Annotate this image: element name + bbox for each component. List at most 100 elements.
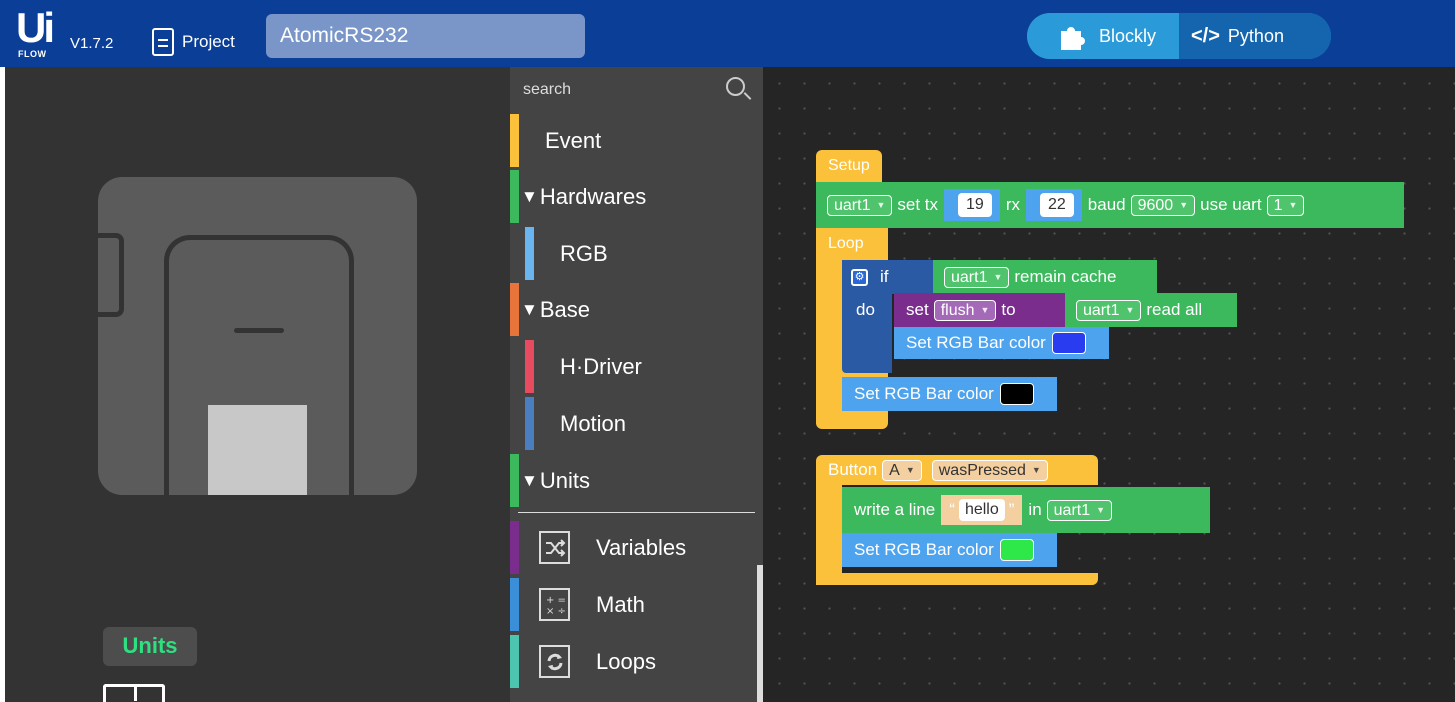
loop-label: Loop xyxy=(828,235,864,252)
remain-cache-block[interactable]: uart1 ▼ remain cache xyxy=(933,260,1157,294)
unit-icon[interactable] xyxy=(103,684,165,702)
write-line-block[interactable]: write a line “ hello ” in uart1 ▼ xyxy=(842,487,1210,533)
string-block[interactable]: “ hello ” xyxy=(941,495,1023,525)
button-dropdown[interactable]: A ▼ xyxy=(882,459,922,481)
uiflow-logo: Ui FLOW xyxy=(16,7,62,62)
expand-arrow-icon: ▼ xyxy=(521,299,538,319)
event-value: wasPressed xyxy=(938,461,1026,479)
color-swatch[interactable] xyxy=(1051,332,1086,354)
set-label: set xyxy=(906,300,929,319)
baud-dropdown[interactable]: 9600 ▼ xyxy=(1130,194,1196,216)
button-event-body[interactable] xyxy=(816,485,842,585)
uart-num-value: 1 xyxy=(1273,196,1283,214)
search-icon[interactable] xyxy=(726,77,745,96)
to-label: to xyxy=(1001,300,1016,319)
category-variables[interactable]: Variables xyxy=(510,520,763,575)
block-toolbox: Event ▼ Hardwares RGB ▼ Base H·Driver Mo… xyxy=(510,67,763,702)
device-preview-panel: Units xyxy=(5,67,510,702)
button-label: Button xyxy=(828,460,878,479)
read-all-label: read all xyxy=(1146,300,1203,319)
uart-var-dropdown[interactable]: uart1 ▼ xyxy=(1076,299,1142,321)
units-tag[interactable]: Units xyxy=(103,627,197,666)
uart-var-value: uart1 xyxy=(1083,301,1120,319)
dropdown-arrow-icon: ▼ xyxy=(905,464,915,475)
read-all-block[interactable]: uart1 ▼ read all xyxy=(1065,293,1237,327)
button-value: A xyxy=(889,461,900,479)
rgb-bar-color-block[interactable]: Set RGB Bar color xyxy=(894,327,1109,359)
blockly-workspace[interactable]: Setup uart1 ▼ set tx 19 rx 22 baud 9600 ▼ … xyxy=(763,67,1455,702)
in-label: in xyxy=(1028,500,1042,519)
variables-icon xyxy=(539,531,570,564)
rgb-bar-label: Set RGB Bar color xyxy=(854,540,994,559)
project-name-input[interactable] xyxy=(266,14,585,58)
if-block[interactable]: ⚙ if xyxy=(842,260,937,294)
uart-var-dropdown[interactable]: uart1 ▼ xyxy=(1046,499,1113,521)
uart-var-dropdown[interactable]: uart1 ▼ xyxy=(827,194,893,216)
uart-num-dropdown[interactable]: 1 ▼ xyxy=(1266,194,1305,216)
category-color-stripe xyxy=(510,114,519,167)
category-color-stripe xyxy=(510,578,519,631)
rgb-bar-label: Set RGB Bar color xyxy=(906,333,1046,352)
button-event-block[interactable]: Button A ▼ wasPressed ▼ xyxy=(816,455,1098,485)
tx-value[interactable]: 19 xyxy=(958,193,992,217)
rgb-bar-label: Set RGB Bar color xyxy=(854,384,994,403)
category-units[interactable]: ▼ Units xyxy=(510,453,763,508)
uart-var-dropdown[interactable]: uart1 ▼ xyxy=(944,266,1010,288)
set-variable-block[interactable]: set flush ▼ to xyxy=(894,293,1065,327)
string-value[interactable]: hello xyxy=(958,499,1005,521)
svg-text:× ÷: × ÷ xyxy=(546,606,566,616)
project-button[interactable]: Project xyxy=(152,24,235,60)
dropdown-arrow-icon: ▼ xyxy=(993,271,1003,282)
device-indicator xyxy=(234,328,284,333)
rgb-bar-color-block[interactable]: Set RGB Bar color xyxy=(842,533,1057,567)
math-icon: + = × ÷ xyxy=(539,588,570,621)
setup-label: Setup xyxy=(828,157,870,174)
color-swatch[interactable] xyxy=(999,383,1034,405)
category-label: Event xyxy=(545,127,602,153)
expand-arrow-icon: ▼ xyxy=(521,186,538,206)
uart-var-value: uart1 xyxy=(834,196,871,214)
category-rgb[interactable]: RGB xyxy=(510,226,763,281)
category-h-driver[interactable]: H·Driver xyxy=(510,339,763,394)
variable-dropdown[interactable]: flush ▼ xyxy=(933,299,997,321)
device-button-a[interactable] xyxy=(208,405,307,495)
tx-number-block[interactable]: 19 xyxy=(944,189,1000,221)
category-motion[interactable]: Motion xyxy=(510,396,763,451)
expand-arrow-icon: ▼ xyxy=(521,470,538,490)
rx-number-block[interactable]: 22 xyxy=(1025,189,1082,221)
category-color-stripe xyxy=(510,283,519,336)
python-mode-button[interactable]: </> Python xyxy=(1179,13,1331,59)
button-event-footer[interactable] xyxy=(816,573,1098,585)
setup-hat-block[interactable]: Setup xyxy=(816,150,882,182)
search-input[interactable] xyxy=(510,67,763,113)
category-color-stripe xyxy=(525,397,534,450)
project-label: Project xyxy=(182,32,235,51)
uart-init-block[interactable]: uart1 ▼ set tx 19 rx 22 baud 9600 ▼ use ua… xyxy=(816,182,1404,228)
category-hardwares[interactable]: ▼ Hardwares xyxy=(510,169,763,224)
use-uart-label: use uart xyxy=(1200,195,1262,214)
category-label: Loops xyxy=(596,648,656,674)
version-label: V1.7.2 xyxy=(70,35,114,52)
event-dropdown[interactable]: wasPressed ▼ xyxy=(931,459,1048,481)
document-icon xyxy=(152,28,174,56)
atom-device xyxy=(96,177,417,495)
color-swatch[interactable] xyxy=(999,539,1034,561)
blockly-mode-button[interactable]: Blockly xyxy=(1027,13,1179,59)
category-color-stripe xyxy=(510,635,519,688)
gear-icon[interactable]: ⚙ xyxy=(851,268,868,286)
python-label: Python xyxy=(1227,25,1284,46)
category-color-stripe xyxy=(510,454,519,507)
logo-subtext: FLOW xyxy=(18,49,47,59)
toolbox-search xyxy=(510,67,763,113)
top-bar: Ui FLOW V1.7.2 Project Blockly </> Pytho… xyxy=(0,0,1455,67)
category-math[interactable]: + = × ÷ Math xyxy=(510,577,763,632)
category-base[interactable]: ▼ Base xyxy=(510,282,763,337)
category-label: RGB xyxy=(560,240,608,266)
category-event[interactable]: Event xyxy=(510,113,763,168)
category-loops[interactable]: Loops xyxy=(510,634,763,689)
rx-value[interactable]: 22 xyxy=(1039,193,1074,217)
dropdown-arrow-icon: ▼ xyxy=(1179,199,1189,210)
category-label: Math xyxy=(596,591,645,617)
rgb-bar-color-block[interactable]: Set RGB Bar color xyxy=(842,377,1057,411)
open-quote-icon: “ xyxy=(949,500,955,519)
